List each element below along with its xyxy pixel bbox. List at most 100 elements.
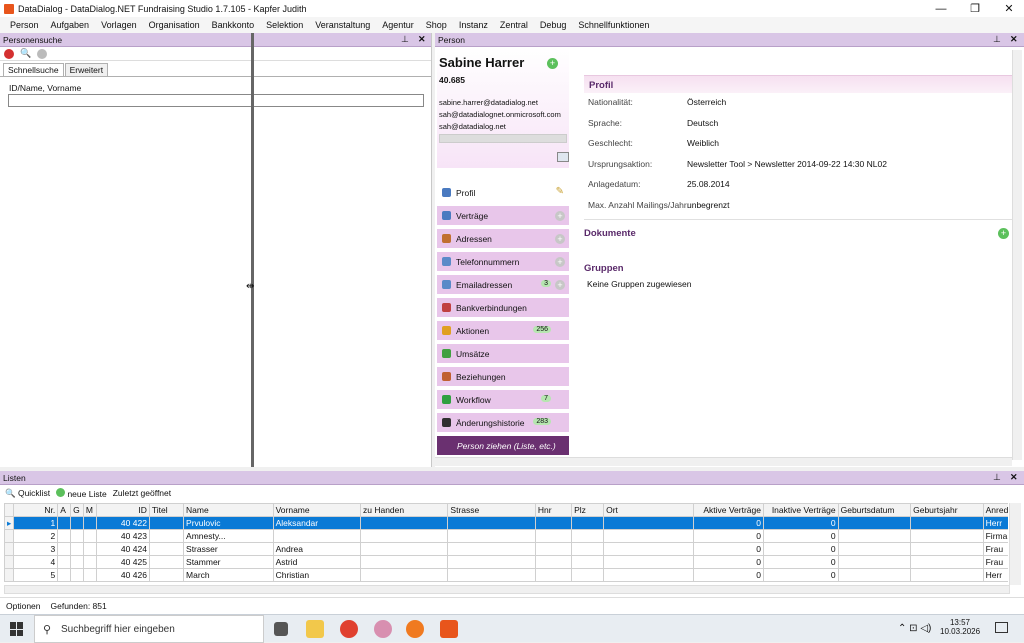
tab-neue-liste[interactable]: neue Liste (56, 487, 107, 499)
column-header[interactable]: Aktive Verträge (692, 503, 764, 517)
column-header[interactable]: Ort (603, 503, 694, 517)
tray-icons[interactable]: ⌃ ⊡ ◁) (898, 623, 931, 634)
column-header[interactable]: zu Handen (359, 503, 449, 517)
nav-item-3[interactable]: Telefonnummern + (437, 252, 569, 272)
table-row[interactable]: 4 40 425 Stammer Astrid 0 0 Frau (4, 555, 1008, 569)
maximize-button[interactable]: ❐ (960, 0, 990, 17)
menu-aufgaben[interactable]: Aufgaben (51, 20, 90, 30)
clock[interactable]: 13:57 10.03.2026 (940, 618, 980, 636)
explorer-icon[interactable] (306, 620, 324, 638)
table-row[interactable]: 3 40 424 Strasser Andrea 0 0 Frau (4, 542, 1008, 556)
nav-item-9[interactable]: Workflow 7 (437, 390, 569, 410)
menu-veranstaltung[interactable]: Veranstaltung (315, 20, 370, 30)
table-row[interactable]: 5 40 426 March Christian 0 0 Herr (4, 568, 1008, 582)
tab-quicklist[interactable]: 🔍 Quicklist (5, 488, 50, 499)
options-button[interactable]: Optionen (6, 601, 41, 611)
column-header[interactable]: Plz (571, 503, 605, 517)
datadialog-icon[interactable] (440, 620, 458, 638)
column-header[interactable]: Geburtsdatum (837, 503, 912, 517)
column-header[interactable]: M (82, 503, 97, 517)
column-header[interactable]: Strasse (447, 503, 536, 517)
start-icon[interactable] (10, 622, 24, 636)
column-header[interactable]: Nr. (12, 503, 59, 517)
menu-vorlagen[interactable]: Vorlagen (101, 20, 137, 30)
menu-agentur[interactable]: Agentur (382, 20, 414, 30)
column-header[interactable]: Hnr (534, 503, 573, 517)
menu-person[interactable]: Person (10, 20, 39, 30)
clear-icon[interactable] (37, 48, 48, 59)
nav-item-0[interactable]: Profil ✎ (437, 183, 569, 203)
nav-item-5[interactable]: Bankverbindungen (437, 298, 569, 318)
table-cell: Amnesty... (183, 529, 274, 543)
edit-icon[interactable]: ✎ (556, 186, 564, 197)
table-cell (534, 529, 573, 543)
close-window-button[interactable]: ✕ (994, 0, 1024, 17)
nav-item-6[interactable]: Aktionen 256 (437, 321, 569, 341)
menu-bankkonto[interactable]: Bankkonto (212, 20, 255, 30)
add-icon[interactable]: + (555, 280, 565, 290)
nav-item-2[interactable]: Adressen + (437, 229, 569, 249)
column-header[interactable]: G (70, 503, 84, 517)
horizontal-scrollbar[interactable] (435, 457, 1012, 466)
close-icon[interactable]: ✕ (418, 34, 426, 45)
menu-instanz[interactable]: Instanz (459, 20, 488, 30)
column-header[interactable]: Titel (148, 503, 185, 517)
vertical-scrollbar[interactable] (1012, 50, 1022, 460)
notification-icon[interactable] (995, 622, 1008, 633)
column-header[interactable]: Inaktive Verträge (762, 503, 839, 517)
menu-shop[interactable]: Shop (426, 20, 447, 30)
search-icon[interactable]: 🔍 (20, 48, 31, 59)
pin-icon[interactable]: ⊥ (993, 472, 1001, 483)
person-search-panel: Personensuche ⊥ ✕ 🔍 Schnellsuche Erweite… (0, 33, 432, 467)
nav-item-7[interactable]: Umsätze (437, 344, 569, 364)
column-header[interactable]: Anrede (982, 503, 1008, 517)
close-icon[interactable]: ✕ (1010, 472, 1018, 483)
taskbar-search[interactable]: ⚲ Suchbegriff hier eingeben (34, 615, 264, 643)
profile-value: Österreich (687, 97, 727, 107)
column-header[interactable]: ID (95, 503, 150, 517)
task-view-icon[interactable] (274, 622, 288, 636)
chrome-icon[interactable] (340, 620, 358, 638)
add-icon[interactable]: + (555, 257, 565, 267)
tab-schnellsuche[interactable]: Schnellsuche (3, 63, 64, 76)
column-header[interactable]: Vorname (272, 503, 362, 517)
add-icon[interactable]: + (555, 234, 565, 244)
add-icon[interactable]: + (555, 211, 565, 221)
pin-icon[interactable]: ⊥ (993, 34, 1001, 45)
card-scrollbar[interactable] (439, 134, 567, 143)
grid-scrollbar[interactable] (4, 585, 1010, 594)
tab-erweitert[interactable]: Erweitert (64, 63, 109, 76)
nav-item-1[interactable]: Verträge + (437, 206, 569, 226)
menu-zentral[interactable]: Zentral (500, 20, 528, 30)
nav-item-10[interactable]: Änderungshistorie 283 (437, 413, 569, 433)
paint-icon[interactable] (374, 620, 392, 638)
table-row[interactable]: ▸140 422PrvulovicAleksandar00Herralek (4, 516, 1008, 530)
stop-icon[interactable] (4, 48, 14, 59)
search-input[interactable] (8, 94, 424, 107)
column-header[interactable]: Name (183, 503, 274, 517)
firefox-icon[interactable] (406, 620, 424, 638)
nav-item-8[interactable]: Beziehungen (437, 367, 569, 387)
pin-icon[interactable]: ⊥ (401, 34, 409, 45)
add-document-icon[interactable]: + (998, 228, 1009, 239)
column-header[interactable]: A (57, 503, 72, 517)
column-header[interactable]: Geburtsjahr (910, 503, 984, 517)
close-icon[interactable]: ✕ (1010, 34, 1018, 45)
table-row[interactable]: 2 40 423 Amnesty... 0 0 Firma (4, 529, 1008, 543)
menu-debug[interactable]: Debug (540, 20, 567, 30)
add-icon[interactable]: + (547, 58, 558, 69)
grid-vertical-scrollbar[interactable] (1009, 503, 1021, 585)
nav-item-11[interactable]: Person ziehen (Liste, etc.) (437, 436, 569, 456)
table-cell (70, 542, 84, 556)
menu-schnellfunktionen[interactable]: Schnellfunktionen (578, 20, 649, 30)
card-icon[interactable] (557, 152, 569, 162)
menu-organisation[interactable]: Organisation (149, 20, 200, 30)
phone-icon (442, 257, 451, 266)
table-cell: 0 (692, 529, 764, 543)
tab-zuletzt[interactable]: Zuletzt geöffnet (113, 488, 171, 498)
menu-selektion[interactable]: Selektion (266, 20, 303, 30)
table-cell: 2 (12, 529, 59, 543)
splitter[interactable] (251, 33, 254, 467)
nav-item-4[interactable]: Emailadressen 3 + (437, 275, 569, 295)
minimize-button[interactable]: — (926, 0, 956, 17)
